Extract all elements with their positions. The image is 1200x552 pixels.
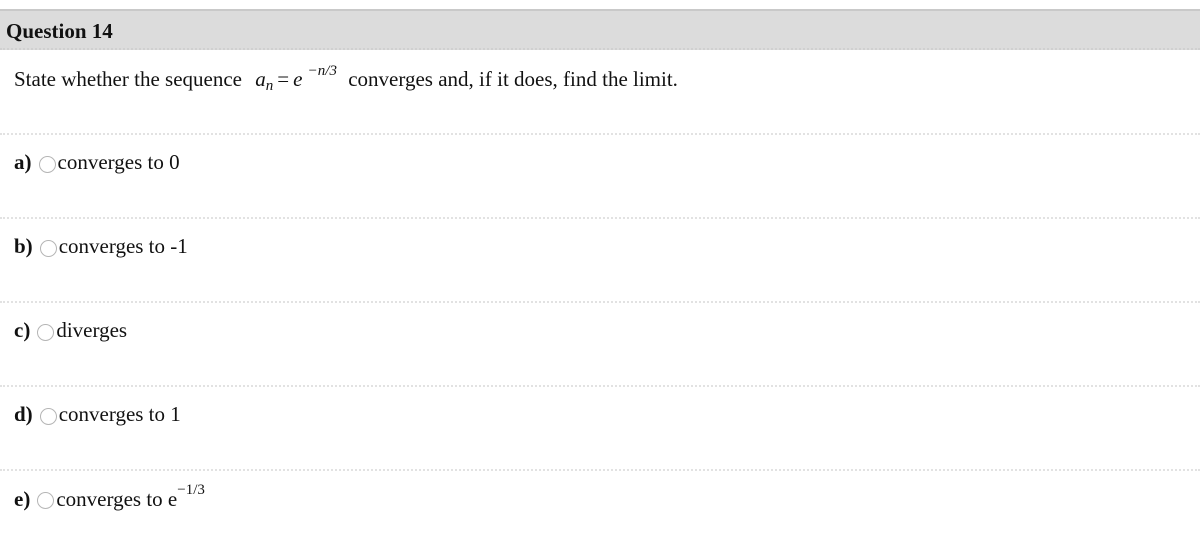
option-label[interactable]: diverges bbox=[56, 318, 127, 343]
option-letter: b) bbox=[14, 234, 33, 258]
radio-button[interactable] bbox=[39, 407, 57, 425]
radio-button[interactable] bbox=[37, 492, 55, 509]
option-letter: a) bbox=[14, 150, 32, 174]
option-letter: c) bbox=[14, 318, 31, 342]
option-label[interactable]: converges to 1 bbox=[59, 402, 181, 427]
divider bbox=[0, 385, 1200, 387]
radio-button[interactable] bbox=[37, 323, 55, 341]
option-label[interactable]: converges to 0 bbox=[58, 150, 180, 175]
radio-button[interactable] bbox=[39, 239, 57, 257]
question-prefix: State whether the sequence bbox=[14, 67, 242, 91]
formula-equals: = bbox=[277, 67, 290, 91]
question-title: Question 14 bbox=[6, 19, 113, 43]
sequence-formula: an = e −n/3 bbox=[255, 63, 342, 94]
option-label[interactable]: converges to e−1/3 bbox=[56, 482, 205, 512]
divider bbox=[0, 469, 1200, 471]
option-c[interactable]: c) diverges bbox=[14, 318, 127, 343]
divider bbox=[0, 301, 1200, 303]
option-label-text: converges to e bbox=[56, 487, 178, 511]
formula-variable: a bbox=[255, 67, 266, 91]
option-label-exponent: −1/3 bbox=[177, 482, 205, 498]
option-letter: d) bbox=[14, 402, 33, 426]
option-label[interactable]: converges to -1 bbox=[59, 234, 188, 259]
divider bbox=[0, 133, 1200, 135]
option-d[interactable]: d) converges to 1 bbox=[14, 402, 181, 427]
formula-base: e bbox=[293, 67, 303, 91]
question-header: Question 14 bbox=[0, 9, 1200, 50]
option-b[interactable]: b) converges to -1 bbox=[14, 234, 188, 259]
question-suffix: converges and, if it does, find the limi… bbox=[348, 67, 678, 91]
question-text: State whether the sequence an = e −n/3 con… bbox=[14, 63, 678, 94]
option-letter: e) bbox=[14, 486, 31, 511]
formula-exponent: −n/3 bbox=[307, 63, 337, 79]
option-e[interactable]: e) converges to e−1/3 bbox=[14, 482, 205, 512]
divider bbox=[0, 217, 1200, 219]
radio-button[interactable] bbox=[38, 155, 56, 173]
formula-subscript: n bbox=[265, 78, 274, 94]
option-a[interactable]: a) converges to 0 bbox=[14, 150, 180, 175]
